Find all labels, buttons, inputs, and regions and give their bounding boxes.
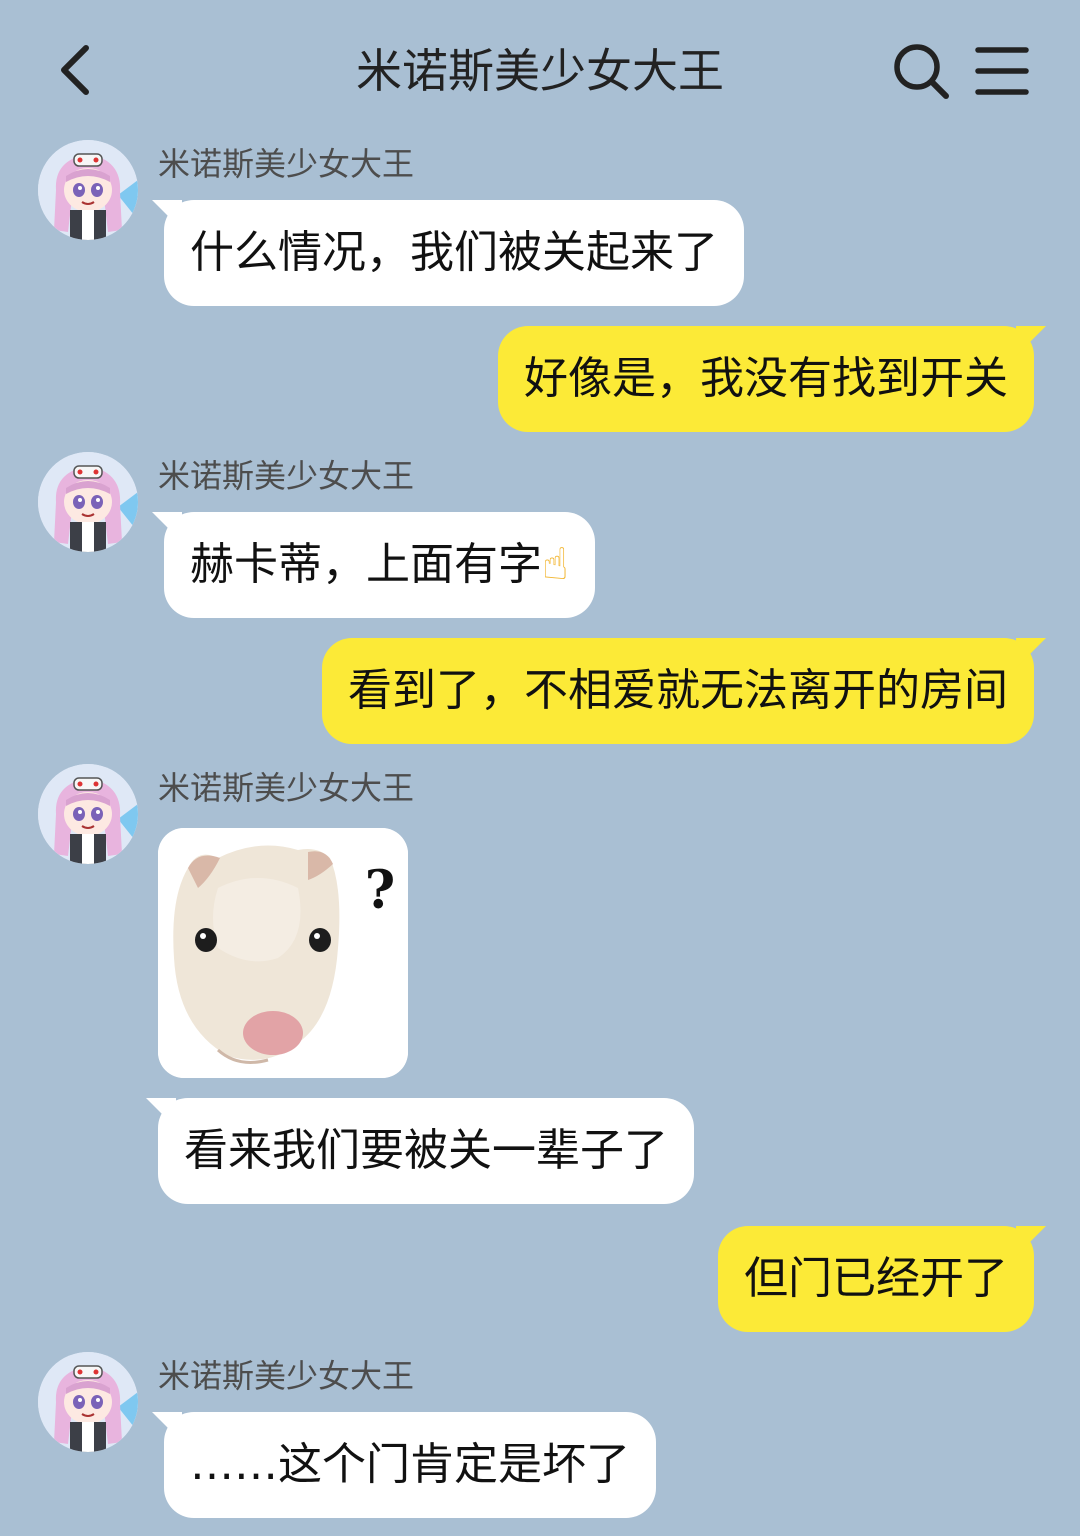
message-bubble[interactable]: 好像是，我没有找到开关 [498, 326, 1034, 432]
avatar[interactable] [38, 452, 138, 552]
avatar[interactable] [38, 140, 138, 240]
message-text: 赫卡蒂，上面有字 [190, 539, 542, 590]
message-bubble[interactable]: 看到了，不相爱就无法离开的房间 [322, 638, 1034, 744]
message-text: 看来我们要被关一辈子了 [184, 1125, 668, 1176]
anime-girl-avatar-icon [38, 1352, 138, 1452]
sender-name: 米诺斯美少女大王 [158, 1357, 415, 1395]
message-bubble[interactable]: 看来我们要被关一辈子了 [158, 1098, 694, 1204]
anime-girl-avatar-icon [38, 140, 138, 240]
avatar[interactable] [38, 1352, 138, 1452]
message-text: 看到了，不相爱就无法离开的房间 [348, 665, 1008, 716]
message-bubble[interactable]: 什么情况，我们被关起来了 [164, 200, 744, 306]
avatar[interactable] [38, 764, 138, 864]
chat-header: 米诺斯美少女大王 [0, 0, 1080, 140]
hamster-question-sticker[interactable]: ? [158, 828, 408, 1078]
message-bubble[interactable]: ……这个门肯定是坏了 [164, 1412, 656, 1518]
anime-girl-avatar-icon [38, 764, 138, 864]
hamburger-menu-icon [975, 47, 1029, 95]
hamster-sticker-icon: ? [158, 828, 408, 1078]
message-text: 好像是，我没有找到开关 [524, 353, 1008, 404]
pointing-up-emoji-icon: ☝ [542, 539, 569, 590]
anime-girl-avatar-icon [38, 452, 138, 552]
message-text: ……这个门肯定是坏了 [190, 1439, 630, 1490]
question-mark-text: ? [365, 860, 395, 921]
search-button[interactable] [890, 40, 952, 102]
message-bubble[interactable]: 但门已经开了 [718, 1226, 1034, 1332]
message-text: 但门已经开了 [744, 1253, 1008, 1304]
menu-button[interactable] [972, 40, 1034, 102]
sender-name: 米诺斯美少女大王 [158, 457, 415, 495]
message-bubble[interactable]: 赫卡蒂，上面有字☝ [164, 512, 595, 618]
search-icon [894, 44, 949, 99]
sender-name: 米诺斯美少女大王 [158, 145, 415, 183]
sender-name: 米诺斯美少女大王 [158, 769, 415, 807]
message-text: 什么情况，我们被关起来了 [190, 227, 718, 278]
